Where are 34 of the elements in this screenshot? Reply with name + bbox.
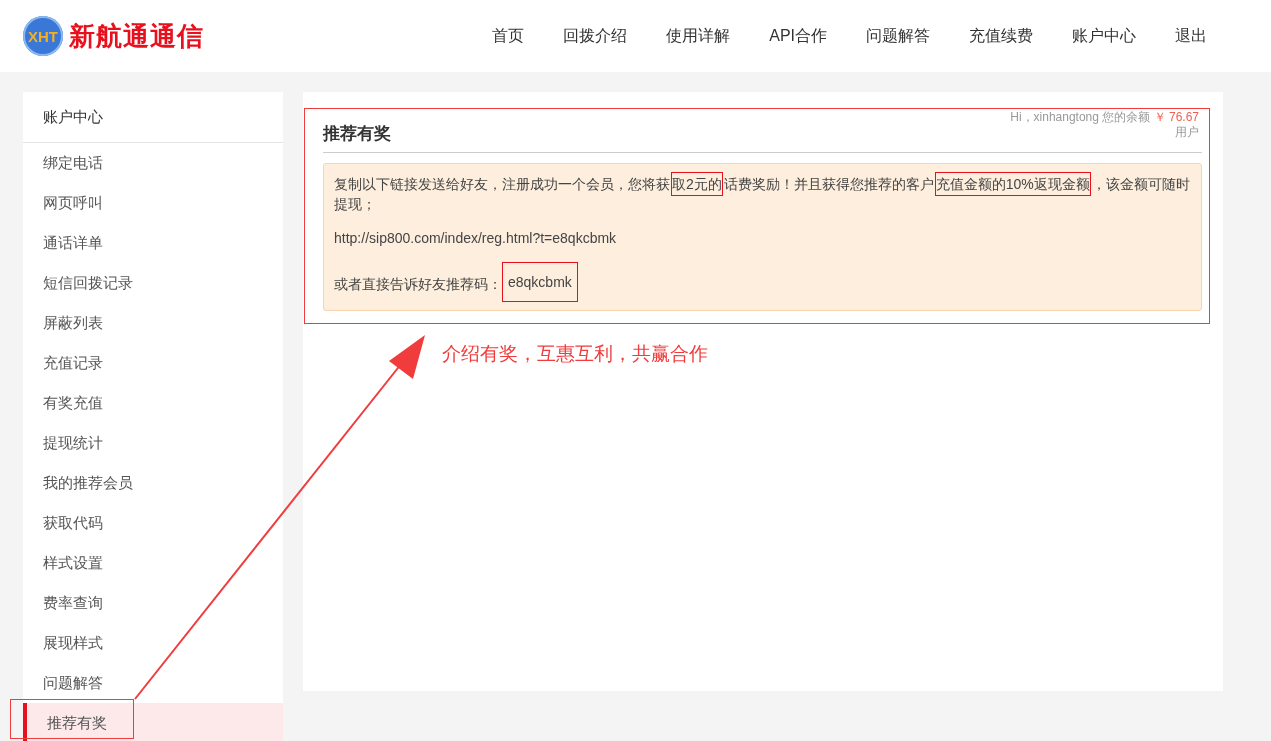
- user-type: 用户: [1174, 125, 1199, 140]
- logo-icon: XHT: [23, 16, 63, 56]
- greeting-text: Hi，xinhangtong 您的余额: [1010, 110, 1151, 124]
- sidebar-title: 账户中心: [23, 92, 283, 143]
- sidebar-item[interactable]: 获取代码: [23, 503, 283, 543]
- sidebar-item[interactable]: 屏蔽列表: [23, 303, 283, 343]
- sidebar-item[interactable]: 充值记录: [23, 343, 283, 383]
- sidebar-item[interactable]: 问题解答: [23, 663, 283, 703]
- nav-link[interactable]: 使用详解: [666, 25, 731, 47]
- sidebar-item[interactable]: 样式设置: [23, 543, 283, 583]
- referral-code: e8qkcbmk: [502, 262, 578, 302]
- sidebar-item[interactable]: 费率查询: [23, 583, 283, 623]
- nav-link[interactable]: 账户中心: [1072, 25, 1136, 47]
- sidebar-item[interactable]: 网页呼叫: [23, 183, 283, 223]
- sidebar-item[interactable]: 短信回拨记录: [23, 263, 283, 303]
- referral-link[interactable]: http://sip800.com/index/reg.html?t=e8qkcbmk: [334, 228, 1191, 248]
- nav-link[interactable]: 问题解答: [866, 25, 930, 47]
- nav-link[interactable]: 回拨介绍: [563, 25, 628, 47]
- sidebar-item[interactable]: 通话详单: [23, 223, 283, 263]
- intro-text: 复制以下链接发送给好友，注册成功一个会员，您将获取2元的 话费奖励！并且获得您推荐的客户 充值金额的10%返现金额，该金额可随时提现；: [334, 174, 1191, 214]
- logo-text: 新航通通信: [69, 19, 204, 53]
- code-label: 或者直接告诉好友推荐码：: [334, 275, 502, 294]
- sidebar-item[interactable]: 提现统计: [23, 423, 283, 463]
- nav-link[interactable]: API合作: [769, 25, 827, 47]
- sidebar-item[interactable]: 推荐有奖: [23, 703, 283, 741]
- sidebar-item[interactable]: 我的推荐会员: [23, 463, 283, 503]
- nav-link[interactable]: 充值续费: [969, 25, 1033, 47]
- nav-link[interactable]: 首页: [492, 25, 525, 47]
- balance-amount: ￥ 76.67: [1153, 110, 1199, 124]
- sidebar-item[interactable]: 展现样式: [23, 623, 283, 663]
- sidebar-item[interactable]: 绑定电话: [23, 143, 283, 183]
- nav-link[interactable]: 退出: [1175, 25, 1207, 47]
- sidebar-item[interactable]: 有奖充值: [23, 383, 283, 423]
- annotation-caption: 介绍有奖，互惠互利，共赢合作: [442, 342, 708, 366]
